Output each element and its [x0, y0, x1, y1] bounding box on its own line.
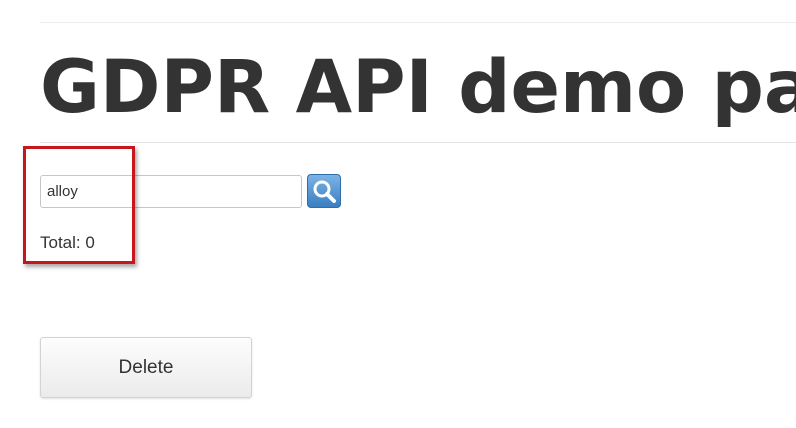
title-divider — [40, 142, 796, 143]
page-title: GDPR API demo pa — [40, 45, 796, 130]
magnifier-icon — [308, 175, 340, 209]
top-divider — [40, 22, 796, 23]
total-count: Total: 0 — [40, 233, 95, 252]
search-input[interactable] — [40, 175, 302, 208]
search-button[interactable] — [307, 174, 341, 208]
page: GDPR API demo pa Total: 0 Delete — [0, 0, 796, 428]
delete-button[interactable]: Delete — [40, 337, 252, 398]
